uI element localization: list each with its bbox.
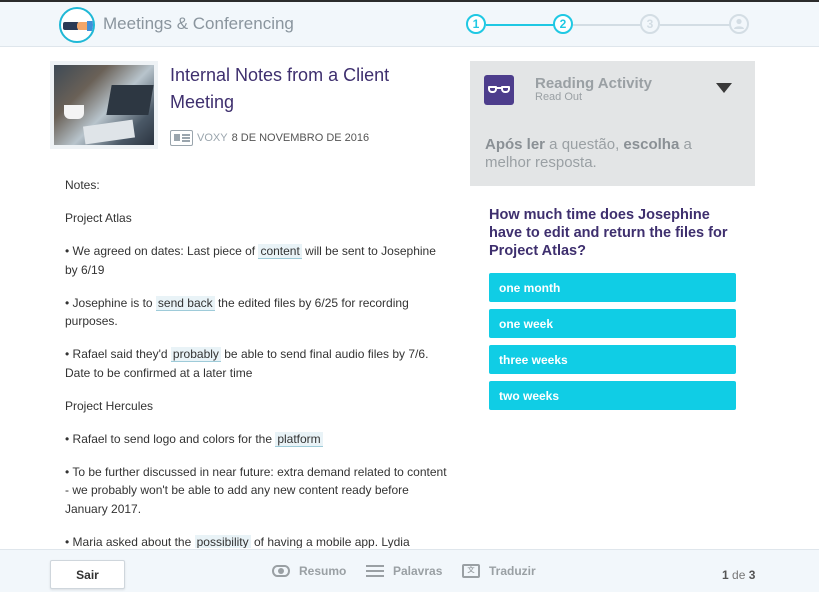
article-meta: VOXY 8 DE NOVEMBRO DE 2016 <box>170 129 369 147</box>
question-text: How much time does Josephine have to edi… <box>489 207 728 259</box>
answer-option-one-month[interactable]: one month <box>489 273 736 302</box>
article-title: Internal Notes from a Client Meeting <box>170 65 390 112</box>
page-sep: de <box>732 568 746 582</box>
newspaper-icon <box>170 130 193 146</box>
top-header: Meetings & Conferencing 1 2 3 <box>0 0 819 47</box>
summary-button[interactable]: Resumo <box>272 564 346 578</box>
activity-instruction: Após ler a questão, escolha a melhor res… <box>485 136 715 172</box>
exit-button[interactable]: Sair <box>50 560 125 589</box>
step-3[interactable]: 3 <box>640 14 660 34</box>
translate-button[interactable]: 文 Traduzir <box>462 564 536 578</box>
summary-label: Resumo <box>299 564 347 578</box>
vocab-word[interactable]: possibility <box>194 534 251 548</box>
words-button[interactable]: Palavras <box>366 564 442 578</box>
article-thumbnail <box>50 61 158 149</box>
step-line-3 <box>660 24 730 26</box>
step-line-2 <box>573 24 650 26</box>
article-paragraph: • To be further discussed in near future… <box>65 464 447 516</box>
page-current: 1 <box>722 568 729 582</box>
step-1[interactable]: 1 <box>466 14 486 34</box>
article-paragraph: • Rafael to send logo and colors for the… <box>65 431 323 447</box>
article-paragraph: • Rafael said they'd probably be able to… <box>65 347 429 380</box>
article-paragraph: • Josephine is to send back the edited f… <box>65 295 409 328</box>
app-root: Meetings & Conferencing 1 2 3 Internal N… <box>0 0 819 592</box>
answer-option-two-weeks[interactable]: two weeks <box>489 381 736 410</box>
activity-subtitle: Read Out <box>535 91 583 103</box>
step-2[interactable]: 2 <box>553 14 573 34</box>
answer-option-three-weeks[interactable]: three weeks <box>489 345 736 374</box>
page-total: 3 <box>748 568 756 582</box>
handshake-icon <box>59 7 95 43</box>
step-line-1 <box>486 24 563 26</box>
eye-icon <box>272 565 290 577</box>
user-icon <box>734 18 744 29</box>
translate-icon: 文 <box>462 564 480 578</box>
article-paragraph: Project Hercules <box>65 398 154 413</box>
answer-options: one month one week three weeks two weeks <box>489 273 736 417</box>
progress-stepper: 1 2 3 <box>466 14 751 36</box>
answer-option-one-week[interactable]: one week <box>489 309 736 338</box>
vocab-word[interactable]: content <box>258 244 302 259</box>
app-title: Meetings & Conferencing <box>103 14 294 33</box>
chevron-down-icon[interactable] <box>716 83 732 93</box>
article-body: Notes: Project Atlas • We agreed on dates:… <box>65 176 450 548</box>
vocab-word[interactable]: platform <box>275 431 323 447</box>
article-date: 8 DE NOVEMBRO DE 2016 <box>231 132 370 144</box>
article-paragraph: • Maria asked about the possibility of h… <box>65 534 410 548</box>
meeting-photo <box>54 65 154 145</box>
vocab-word[interactable]: send back <box>155 295 215 311</box>
activity-panel: Reading Activity Read Out Após ler a que… <box>470 61 755 186</box>
article-source: VOXY <box>197 132 228 144</box>
instruction-part: Após ler <box>485 136 546 153</box>
glasses-icon <box>484 75 514 105</box>
vocab-word[interactable]: probably <box>170 347 221 362</box>
instruction-part: escolha <box>623 136 680 153</box>
article-paragraph: • We agreed on dates: Last piece of cont… <box>65 244 436 277</box>
instruction-part: a questão, <box>545 136 624 153</box>
article-paragraph: Notes: <box>65 178 100 192</box>
translate-label: Traduzir <box>489 564 536 578</box>
list-icon <box>366 564 384 578</box>
page-indicator: 1 de 3 <box>722 568 755 582</box>
article-paragraph: Project Atlas <box>65 211 132 225</box>
activity-title: Reading Activity <box>535 75 652 92</box>
words-label: Palavras <box>393 564 443 578</box>
step-4-user-icon[interactable] <box>729 14 749 34</box>
bottom-toolbar: Sair Resumo Palavras 文 Traduzir 1 de 3 <box>0 549 819 592</box>
